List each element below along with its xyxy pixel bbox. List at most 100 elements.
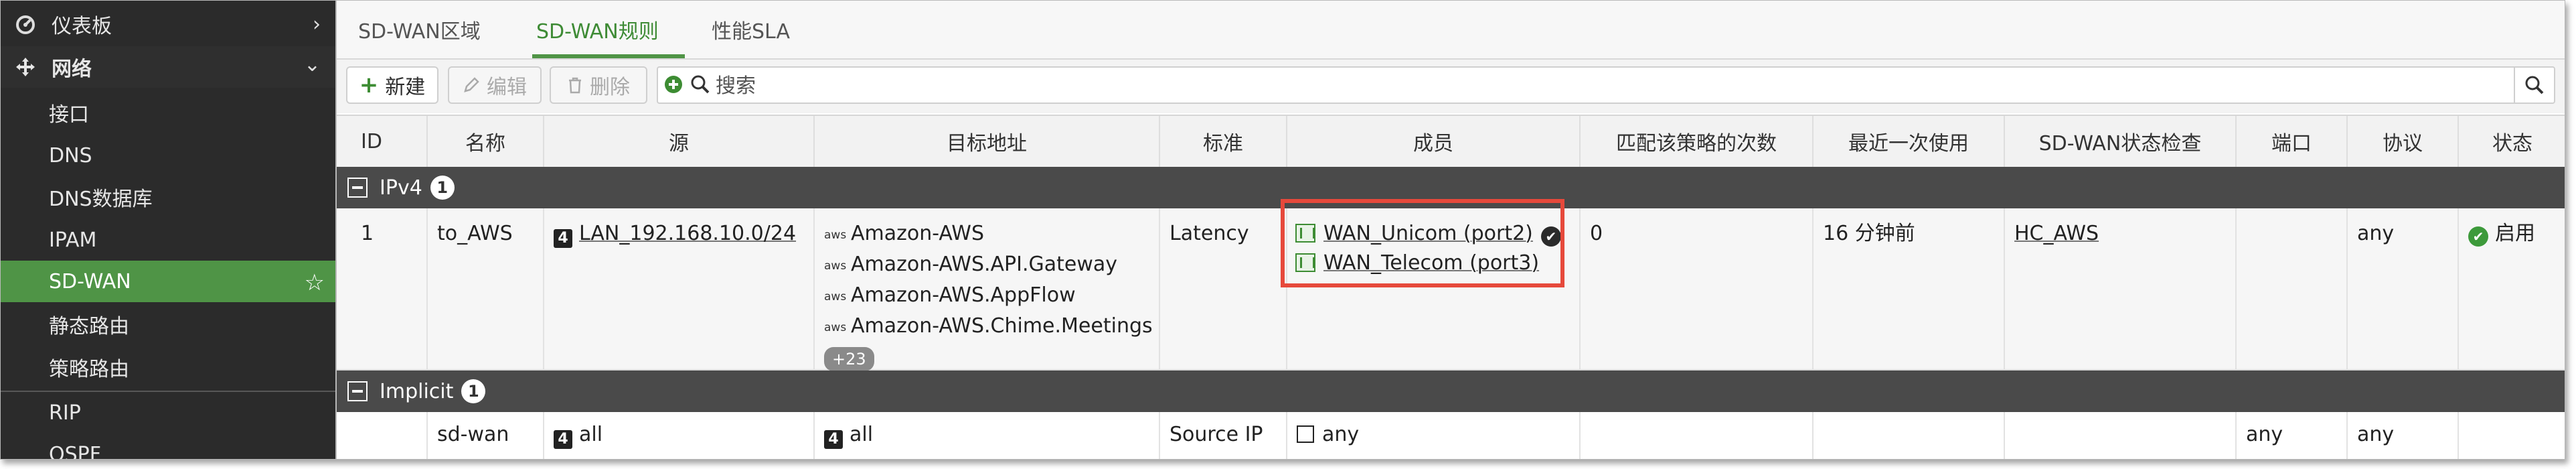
delete-button[interactable]: 删除 xyxy=(550,66,647,104)
favorite-star-icon[interactable]: ☆ xyxy=(305,269,325,296)
collapse-icon[interactable] xyxy=(347,381,368,401)
source-address-label: LAN_192.168.10.0/24 xyxy=(579,222,797,245)
group-header-implicit[interactable]: Implicit 1 xyxy=(337,371,2565,412)
criteria-value: Source IP xyxy=(1170,423,1263,446)
column-header-last-used[interactable]: 最近一次使用 xyxy=(1814,116,2005,167)
destination-item[interactable]: aws Amazon-AWS.Chime.Meetings xyxy=(824,312,1153,342)
new-button[interactable]: + 新建 xyxy=(346,66,438,104)
sidebar-item-policy-routes[interactable]: 策略路由 xyxy=(1,346,335,388)
column-header-hit-count[interactable]: 匹配该策略的次数 xyxy=(1581,116,1814,167)
sidebar: 仪表板 › 网络 ⌄ 接口 DNS DNS数据库 IPAM SD-WAN ☆ 静… xyxy=(1,1,335,459)
delete-button-label: 删除 xyxy=(590,76,630,99)
column-header-status[interactable]: 状态 xyxy=(2459,116,2565,167)
cell-members: WAN_Unicom (port2) ✔ WAN_Telecom (port3) xyxy=(1287,208,1581,369)
more-destinations-badge[interactable]: +23 xyxy=(824,347,874,371)
member-label: WAN_Telecom (port3) xyxy=(1323,251,1540,275)
address-icon: 4 xyxy=(554,430,572,449)
destination-label: all xyxy=(850,423,874,446)
cell-source: 4 all xyxy=(544,412,815,459)
search-icon xyxy=(2525,76,2544,94)
tab-sd-wan-zones[interactable]: SD-WAN区域 xyxy=(358,1,481,58)
cell-destination: aws Amazon-AWS aws Amazon-AWS.API.Gateway … xyxy=(815,208,1160,371)
sidebar-item-ospf[interactable]: OSPF xyxy=(1,433,335,460)
cell-protocol: any xyxy=(2348,208,2459,369)
column-header-port[interactable]: 端口 xyxy=(2237,116,2348,167)
sidebar-item-network[interactable]: 网络 ⌄ xyxy=(1,46,335,88)
cell-name: sd-wan xyxy=(428,412,544,459)
table-row[interactable]: sd-wan 4 all 4 all Source IP any any any xyxy=(337,412,2565,459)
search-input[interactable] xyxy=(714,70,2458,101)
cell-hit-count xyxy=(1581,412,1814,459)
column-header-health-check[interactable]: SD-WAN状态检查 xyxy=(2005,116,2237,167)
column-header-criteria[interactable]: 标准 xyxy=(1160,116,1287,167)
member-item: any xyxy=(1297,420,1359,450)
tab-label: SD-WAN区域 xyxy=(358,20,481,44)
search-submit-button[interactable] xyxy=(2514,68,2554,103)
tab-performance-sla[interactable]: 性能SLA xyxy=(712,1,790,58)
member-item[interactable]: WAN_Unicom (port2) ✔ xyxy=(1295,219,1561,249)
table-row[interactable]: 1 to_AWS 4 LAN_192.168.10.0/24 aws Amazon-… xyxy=(337,208,2565,371)
port-value: any xyxy=(2246,423,2283,446)
active-tab-indicator xyxy=(532,54,685,58)
rule-name: sd-wan xyxy=(437,423,509,446)
group-header-ipv4[interactable]: IPv4 1 xyxy=(337,167,2565,208)
trash-icon xyxy=(567,76,583,94)
tab-sd-wan-rules[interactable]: SD-WAN规则 xyxy=(536,1,659,58)
chevron-right-icon: › xyxy=(313,13,321,36)
collapse-icon[interactable] xyxy=(347,178,368,198)
sidebar-item-label: 仪表板 xyxy=(52,15,112,38)
group-label: IPv4 xyxy=(380,176,422,200)
cell-last-used: 16 分钟前 xyxy=(1814,208,2005,369)
member-list: WAN_Unicom (port2) ✔ WAN_Telecom (port3) xyxy=(1295,219,1561,278)
destination-item[interactable]: 4 all xyxy=(824,420,873,450)
sidebar-item-label: 网络 xyxy=(52,58,92,81)
main-content: SD-WAN区域 SD-WAN规则 性能SLA + 新建 编辑 删除 搜索 ID… xyxy=(335,1,2565,459)
protocol-value: any xyxy=(2357,423,2395,446)
add-filter-icon[interactable] xyxy=(663,74,683,100)
member-label: any xyxy=(1322,423,1360,446)
member-item[interactable]: WAN_Telecom (port3) xyxy=(1295,249,1561,278)
group-count-badge: 1 xyxy=(430,176,455,200)
column-header-members[interactable]: 成员 xyxy=(1287,116,1581,167)
column-header-id[interactable]: ID xyxy=(337,116,428,167)
source-address[interactable]: 4 all xyxy=(554,420,602,450)
tab-bar: SD-WAN区域 SD-WAN规则 性能SLA xyxy=(337,1,2565,60)
cell-members: any xyxy=(1287,412,1581,459)
cell-port xyxy=(2237,208,2348,369)
column-header-destination[interactable]: 目标地址 xyxy=(815,116,1160,167)
column-header-protocol[interactable]: 协议 xyxy=(2348,116,2459,167)
sidebar-item-dns-database[interactable]: DNS数据库 xyxy=(1,176,335,218)
destination-item[interactable]: aws Amazon-AWS xyxy=(824,219,1153,250)
checkbox-icon xyxy=(1297,425,1314,443)
sidebar-item-dashboard[interactable]: 仪表板 › xyxy=(1,3,335,45)
toolbar: + 新建 编辑 删除 xyxy=(337,60,2565,113)
sidebar-item-rip[interactable]: RIP xyxy=(1,392,335,433)
address-icon: 4 xyxy=(554,229,572,248)
cell-status: ✔ 启用 xyxy=(2459,208,2565,369)
column-header-name[interactable]: 名称 xyxy=(428,116,544,167)
rule-id: 1 xyxy=(361,222,374,245)
destination-item[interactable]: aws Amazon-AWS.API.Gateway xyxy=(824,250,1153,281)
sidebar-item-sd-wan[interactable]: SD-WAN ☆ xyxy=(1,261,335,302)
sidebar-item-label: IPAM xyxy=(49,228,97,252)
rule-name: to_AWS xyxy=(437,222,513,245)
sidebar-item-interfaces[interactable]: 接口 xyxy=(1,92,335,133)
network-move-icon xyxy=(14,56,37,78)
edit-button[interactable]: 编辑 xyxy=(448,66,542,104)
window: 仪表板 › 网络 ⌄ 接口 DNS DNS数据库 IPAM SD-WAN ☆ 静… xyxy=(0,0,2565,460)
sidebar-item-static-routes[interactable]: 静态路由 xyxy=(1,304,335,345)
cell-health-check xyxy=(2005,412,2237,459)
source-address[interactable]: 4 LAN_192.168.10.0/24 xyxy=(554,219,796,249)
sidebar-item-ipam[interactable]: IPAM xyxy=(1,219,335,261)
cell-name: to_AWS xyxy=(428,208,544,369)
group-count-badge: 1 xyxy=(461,379,486,403)
criteria-value: Latency xyxy=(1170,222,1249,245)
destination-item[interactable]: aws Amazon-AWS.AppFlow xyxy=(824,281,1153,312)
tab-label: SD-WAN规则 xyxy=(536,20,659,44)
sidebar-item-dns[interactable]: DNS xyxy=(1,135,335,176)
destination-label: Amazon-AWS.AppFlow xyxy=(851,283,1076,307)
cell-port: any xyxy=(2237,412,2348,459)
column-header-source[interactable]: 源 xyxy=(544,116,815,167)
aws-logo-icon: aws xyxy=(824,228,847,242)
health-check-link[interactable]: HC_AWS xyxy=(2014,219,2099,249)
